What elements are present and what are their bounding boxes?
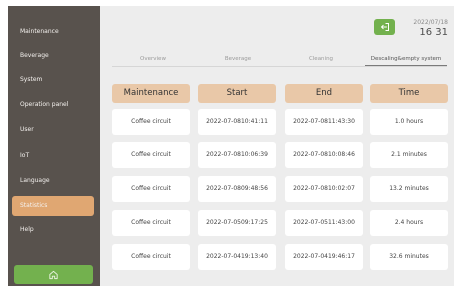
current-date: 2022/07/18	[413, 19, 448, 26]
tab-descaling-empty-system[interactable]: Descaling&empty system	[365, 54, 447, 66]
tab-beverage[interactable]: Beverage	[207, 54, 269, 66]
sidebar-item-help[interactable]: Help	[8, 220, 100, 240]
sidebar-item-maintenance[interactable]: Maintenance	[8, 22, 100, 42]
cell-maintenance: Coffee circuit	[112, 210, 190, 236]
start-date: 2022-07-08	[206, 150, 241, 158]
end-date: 2022-07-05	[293, 218, 328, 226]
end-date: 2022-07-04	[293, 252, 328, 260]
cell-end: 2022-07-04 19:46:17	[285, 244, 363, 270]
sidebar-item-beverage[interactable]: Beverage	[8, 46, 100, 66]
start-time: 09:48:56	[240, 184, 268, 192]
start-date: 2022-07-05	[206, 218, 241, 226]
tab-overview[interactable]: Overview	[125, 54, 181, 66]
exit-icon	[380, 23, 389, 31]
cell-maintenance: Coffee circuit	[112, 109, 190, 135]
cell-duration: 2.1 minutes	[370, 142, 448, 168]
start-date: 2022-07-08	[206, 117, 241, 125]
current-time: 16 31	[419, 27, 448, 38]
cell-duration: 32.6 minutes	[370, 244, 448, 270]
cell-duration: 13.2 minutes	[370, 176, 448, 202]
cell-maintenance: Coffee circuit	[112, 176, 190, 202]
home-button[interactable]	[14, 265, 93, 284]
start-date: 2022-07-04	[206, 252, 241, 260]
end-time: 10:02:07	[327, 184, 355, 192]
cell-maintenance: Coffee circuit	[112, 244, 190, 270]
cell-start: 2022-07-08 10:06:39	[198, 142, 276, 168]
cell-start: 2022-07-08 09:48:56	[198, 176, 276, 202]
sidebar-item-operation-panel[interactable]: Operation panel	[8, 95, 100, 115]
cell-start: 2022-07-04 19:13:40	[198, 244, 276, 270]
sidebar: Maintenance Beverage System Operation pa…	[8, 6, 100, 286]
cell-end: 2022-07-08 10:08:46	[285, 142, 363, 168]
column-header-start: Start	[198, 84, 276, 103]
sidebar-item-iot[interactable]: IoT	[8, 146, 100, 166]
start-time: 10:06:39	[240, 150, 268, 158]
cell-start: 2022-07-05 09:17:25	[198, 210, 276, 236]
cell-duration: 1.0 hours	[370, 109, 448, 135]
exit-button[interactable]	[374, 19, 395, 35]
cell-end: 2022-07-08 10:02:07	[285, 176, 363, 202]
start-date: 2022-07-08	[206, 184, 241, 192]
end-time: 11:43:00	[327, 218, 355, 226]
sidebar-item-system[interactable]: System	[8, 70, 100, 90]
sidebar-item-language[interactable]: Language	[8, 171, 100, 191]
machine-screen: Maintenance Beverage System Operation pa…	[8, 6, 454, 286]
cell-end: 2022-07-08 11:43:30	[285, 109, 363, 135]
tab-divider	[112, 66, 447, 67]
column-header-time: Time	[370, 84, 448, 103]
sidebar-item-statistics[interactable]: Statistics	[12, 196, 94, 216]
cell-end: 2022-07-05 11:43:00	[285, 210, 363, 236]
tab-cleaning[interactable]: Cleaning	[293, 54, 349, 66]
sidebar-item-user[interactable]: User	[8, 120, 100, 140]
cell-start: 2022-07-08 10:41:11	[198, 109, 276, 135]
end-date: 2022-07-08	[293, 150, 328, 158]
cell-maintenance: Coffee circuit	[112, 142, 190, 168]
end-date: 2022-07-08	[293, 184, 328, 192]
start-time: 19:13:40	[240, 252, 268, 260]
end-time: 19:46:17	[327, 252, 355, 260]
home-icon	[49, 270, 58, 280]
column-header-maintenance: Maintenance	[112, 84, 190, 103]
start-time: 10:41:11	[240, 117, 268, 125]
start-time: 09:17:25	[240, 218, 268, 226]
end-time: 11:43:30	[327, 117, 355, 125]
cell-duration: 2.4 hours	[370, 210, 448, 236]
end-time: 10:08:46	[327, 150, 355, 158]
column-header-end: End	[285, 84, 363, 103]
end-date: 2022-07-08	[293, 117, 328, 125]
